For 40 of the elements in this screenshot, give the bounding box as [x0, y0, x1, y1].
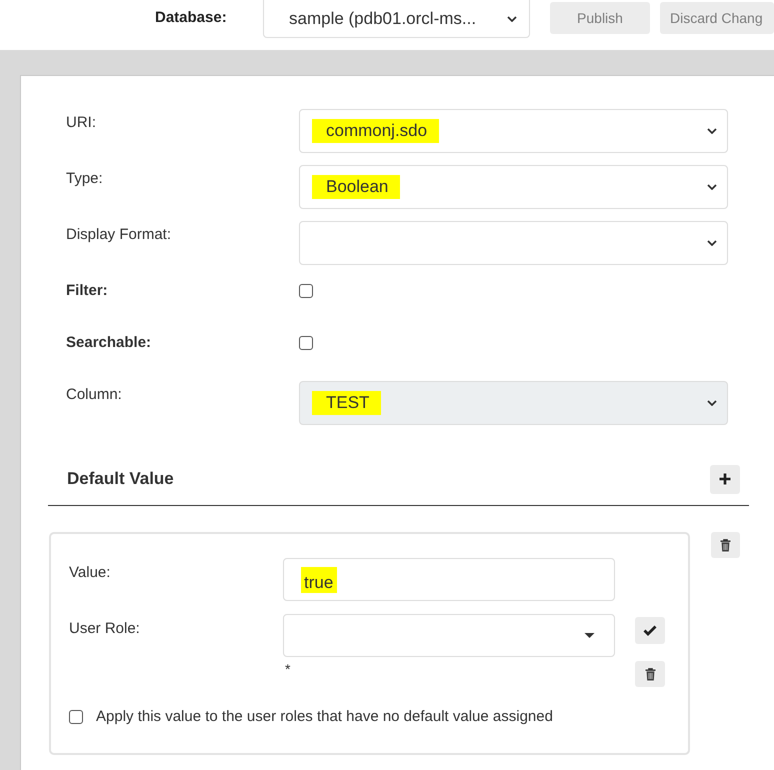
section-heading: Default Value	[67, 469, 174, 489]
checkbox[interactable]	[299, 336, 313, 350]
database-select[interactable]: sample (pdb01.orcl-ms...	[263, 0, 530, 38]
field-label: Display Format:	[66, 225, 172, 245]
check-icon	[643, 625, 657, 636]
field-label: Value:	[69, 563, 112, 583]
select-value: sample (pdb01.orcl-ms...	[289, 8, 478, 28]
field-label: User Role:	[69, 619, 141, 639]
chevron-down-icon	[707, 400, 717, 406]
chevron-down-icon	[707, 128, 717, 134]
trash-icon	[644, 668, 656, 680]
delete-button[interactable]	[711, 532, 740, 558]
checkbox-label: Apply this value to the user roles that have no default value assigned	[96, 708, 553, 725]
add-button[interactable]	[710, 464, 740, 494]
database-label: Database:	[155, 8, 228, 28]
required-mark: *	[285, 661, 290, 677]
select-field[interactable]	[283, 614, 615, 657]
chevron-down-icon	[707, 240, 717, 246]
caret-down-icon	[584, 633, 595, 638]
field-label: Type:	[66, 169, 104, 189]
field-label: Searchable:	[66, 333, 152, 353]
select-value: TEST	[312, 391, 382, 415]
plus-icon	[719, 473, 731, 485]
chevron-down-icon	[507, 16, 517, 22]
checkbox[interactable]	[299, 284, 313, 298]
field-label: URI:	[66, 113, 97, 133]
field-label: Filter:	[66, 281, 109, 301]
chevron-down-icon	[707, 184, 717, 190]
input-field[interactable]: true	[283, 558, 615, 601]
confirm-button[interactable]	[635, 617, 665, 644]
select-field[interactable]	[299, 221, 728, 265]
input-value: true	[301, 566, 338, 592]
select-value: commonj.sdo	[312, 119, 440, 143]
trash-icon	[720, 538, 731, 552]
delete-button[interactable]	[635, 661, 665, 687]
select-field[interactable]: commonj.sdo	[299, 109, 728, 153]
select-value: Boolean	[312, 175, 400, 199]
field-label: Column:	[66, 385, 123, 405]
checkbox[interactable]	[69, 710, 83, 724]
select-field[interactable]: Boolean	[299, 165, 728, 209]
